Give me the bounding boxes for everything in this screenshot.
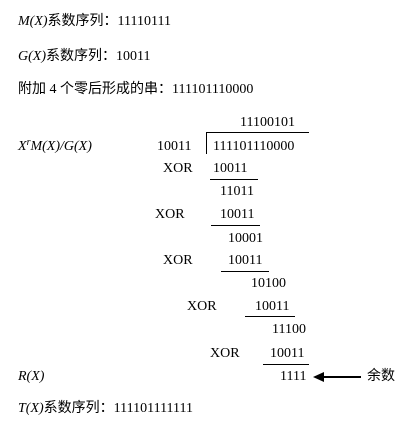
step-underline-1	[210, 179, 258, 180]
xor-label-2: XOR	[155, 207, 185, 222]
m-coefficient-line: M(X)系数序列：11110111	[18, 14, 171, 30]
step-underline-2	[211, 225, 260, 226]
remainder-1: 11011	[220, 184, 254, 199]
remainder-2: 10001	[228, 231, 263, 246]
step-underline-3	[221, 271, 269, 272]
subtrahend-2: 10011	[220, 207, 255, 222]
xor-label-4: XOR	[187, 299, 217, 314]
division-expression: XrM(X)/G(X)	[18, 137, 92, 156]
m-symbol: M(X)	[18, 14, 48, 29]
dividend: 111101110000	[213, 139, 295, 154]
m-coefficient-text: 系数序列：11110111	[47, 14, 171, 29]
g-coefficient-text: 系数序列：10011	[46, 49, 151, 64]
subtrahend-1: 10011	[213, 161, 248, 176]
final-remainder: 1111	[280, 369, 307, 384]
xor-label-1: XOR	[163, 161, 193, 176]
xor-label-5: XOR	[210, 346, 240, 361]
expr-x: X	[18, 139, 27, 154]
expr-sup: r	[26, 137, 31, 148]
subtrahend-4: 10011	[255, 299, 290, 314]
t-coefficient-line: T(X)系数序列：111101111111	[18, 401, 193, 417]
appended-string-line: 附加 4 个零后形成的串：111101110000	[18, 82, 254, 97]
expr-rest: M(X)/G(X)	[30, 139, 92, 154]
divisor: 10011	[157, 139, 192, 154]
left-arrow-icon	[313, 372, 361, 382]
remainder-3: 10100	[251, 276, 286, 291]
xor-label-3: XOR	[163, 253, 193, 268]
g-symbol: G(X)	[18, 49, 46, 64]
t-coefficient-text: 系数序列：111101111111	[43, 401, 193, 416]
remainder-symbol: R(X)	[18, 369, 45, 384]
step-underline-4	[245, 316, 295, 317]
subtrahend-5: 10011	[270, 346, 305, 361]
subtrahend-3: 10011	[228, 253, 263, 268]
t-symbol: T(X)	[18, 401, 44, 416]
g-coefficient-line: G(X)系数序列：10011	[18, 49, 150, 65]
step-underline-5	[263, 364, 309, 365]
division-bracket	[206, 132, 207, 154]
remainder-annotation: 余数	[367, 369, 395, 384]
quotient-bar	[207, 132, 309, 133]
remainder-4: 11100	[272, 322, 306, 337]
quotient: 11100101	[240, 115, 295, 130]
